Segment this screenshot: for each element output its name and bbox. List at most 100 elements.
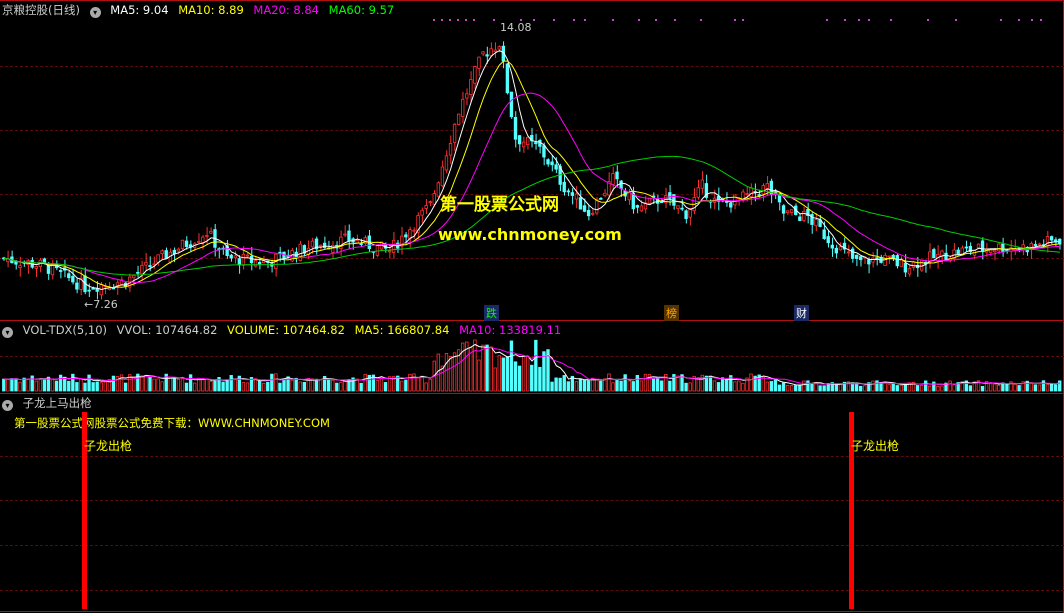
volume-bar [75,382,79,392]
volume-bar [172,377,177,392]
volume-bar [91,382,95,392]
volume-bar [1041,380,1046,392]
volume-bar [477,359,481,392]
volume-bar [574,381,579,392]
settings-dot-icon[interactable]: ▾ [2,400,13,411]
volume-bar [343,380,347,392]
volume-bar [67,380,71,392]
volume-bar [233,379,237,392]
volume-bar [205,379,209,392]
volume-bar [993,383,997,392]
volume-bar [924,380,928,392]
signal-panel-title[interactable]: 子龙上马出枪 [23,396,92,410]
volume-bar [716,382,721,392]
volume-bar [554,377,558,392]
volume-bar [765,381,769,392]
volume-bar [899,384,904,392]
volume-bar [444,352,449,392]
volume-bar [668,380,672,392]
volume-bar [22,377,26,392]
volume-bar [493,367,497,392]
volume-bar [152,378,156,392]
volume-bar [412,373,416,392]
volume-bar [160,381,164,392]
signal-label-2: 子龙出枪 [851,439,900,453]
volume-bar [513,361,518,392]
volume-bar [887,384,891,392]
volume-bar [278,382,282,392]
volume-bar [355,378,359,392]
volume-bar [854,383,859,392]
volume-bar [225,379,229,392]
volume-bar [749,373,753,392]
volume-bar [87,374,91,392]
volume-bar [603,378,607,392]
volume-bar [452,352,457,392]
volume-bar [408,373,412,392]
volume-bar [928,385,932,392]
volume-bar [712,380,717,392]
volume-bar [655,377,660,392]
volume-bar [980,385,985,392]
volume-bar [798,384,802,392]
volume-bar [497,355,501,392]
volume-bar [794,385,798,392]
volume-bar [95,381,99,392]
volume-bar [684,382,688,392]
volume-bar [1013,383,1017,392]
volume-bar [18,381,22,392]
volume-bar [10,378,14,392]
volume-bar [834,384,839,392]
volume-bar [785,384,790,392]
volume-bar [769,381,774,392]
volume-bar [294,377,298,392]
volume-bar [635,374,640,392]
volume-bar [968,385,973,392]
volume-bar [615,379,619,392]
volume-bar [50,378,55,392]
volume-bar [988,383,993,392]
volume-chart[interactable] [0,0,1064,613]
volume-bar [708,375,713,392]
volume-bar [448,356,453,392]
volume-bar [335,382,339,392]
volume-bar [822,385,826,392]
volume-bar [810,383,814,392]
volume-bar [879,382,883,392]
volume-bar [359,382,363,392]
volume-bar [26,378,30,392]
volume-bar [144,375,148,392]
volume-bar [38,379,43,392]
volume-bar [875,380,879,392]
volume-bar [997,384,1001,392]
volume-bar [111,375,116,392]
volume-bar [331,379,335,392]
volume-bar [863,385,867,392]
volume-bar [241,382,246,392]
volume-bar [262,382,266,392]
volume-bar [383,382,388,392]
volume-bar [314,378,319,392]
volume-bar [420,375,424,392]
volume-bar [229,375,233,392]
volume-bar [883,382,887,392]
volume-bar [558,377,562,392]
volume-bar [895,385,899,392]
volume-bar [582,379,587,392]
volume-bar [619,380,623,392]
volume-bar [631,381,635,392]
volume-bar [103,381,107,392]
volume-bar [623,374,627,392]
volume-bar [221,381,225,392]
volume-bar [266,381,270,392]
volume-bar [818,385,822,392]
volume-bar [1058,380,1062,392]
volume-bar [1017,385,1021,392]
volume-bar [119,374,124,392]
volume-bar [586,380,591,392]
volume-bar [720,377,725,392]
volume-bar [595,379,599,392]
volume-bar [2,378,6,392]
volume-bar [521,355,526,392]
volume-bar [71,373,75,392]
